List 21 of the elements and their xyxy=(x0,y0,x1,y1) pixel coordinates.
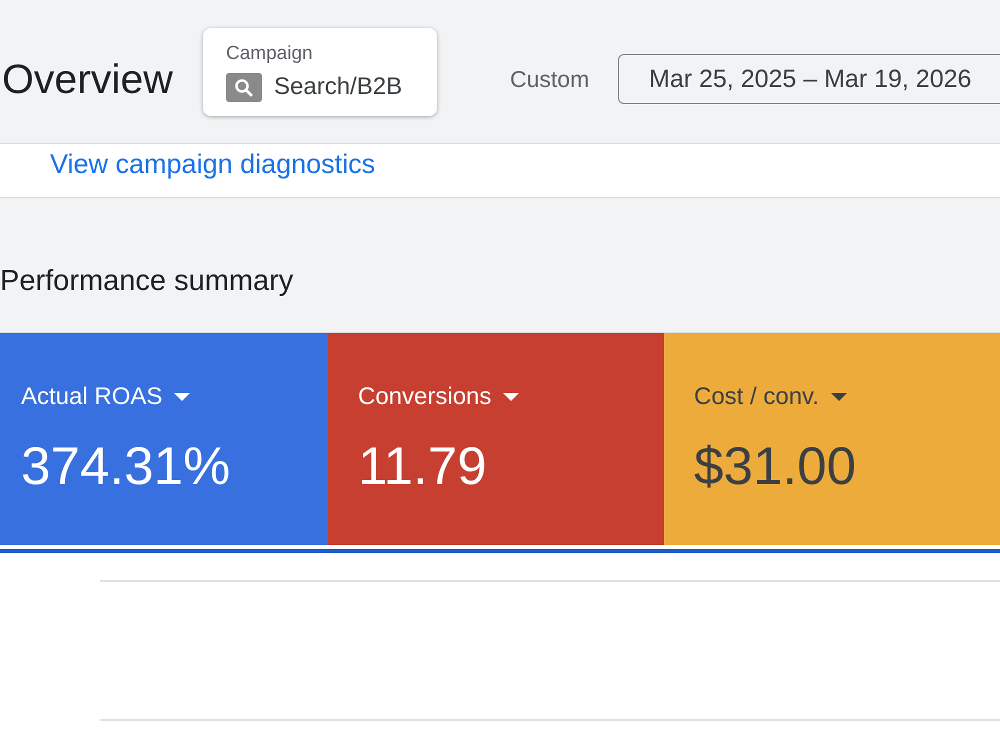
metric-value: 374.31% xyxy=(21,437,230,497)
campaign-selector[interactable]: Campaign Search/B2B xyxy=(203,28,437,116)
metric-dropdown[interactable]: Conversions xyxy=(358,383,520,411)
campaign-name: Search/B2B xyxy=(274,73,402,101)
date-preset-label: Custom xyxy=(510,66,590,92)
metric-dropdown[interactable]: Cost / conv. xyxy=(694,383,847,411)
metric-dropdown[interactable]: Actual ROAS xyxy=(21,383,190,411)
caret-icon xyxy=(503,393,520,401)
section-title: Performance summary xyxy=(0,264,294,298)
metric-card[interactable]: Conversions 11.79 xyxy=(328,333,664,545)
caret-icon xyxy=(174,393,190,401)
search-icon xyxy=(226,72,262,102)
caret-icon xyxy=(830,393,847,401)
metric-card[interactable]: Cost / conv. $31.00 xyxy=(664,333,1000,545)
metric-value: 11.79 xyxy=(358,437,487,497)
metric-value: $31.00 xyxy=(694,437,856,497)
campaign-label: Campaign xyxy=(226,42,313,64)
diagnostics-link[interactable]: View campaign diagnostics xyxy=(50,148,376,180)
metric-card[interactable]: Actual ROAS 374.31% xyxy=(0,333,328,545)
page-title: Overview xyxy=(2,56,173,102)
date-range-field[interactable]: Mar 25, 2025 – Mar 19, 2026 xyxy=(618,54,1000,104)
